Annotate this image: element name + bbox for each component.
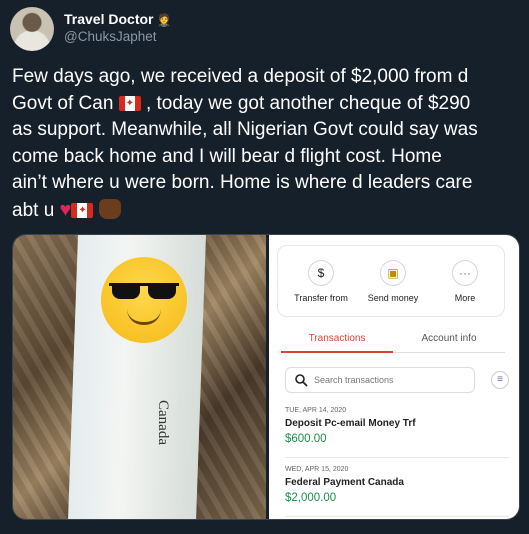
list-item[interactable]: WED, APR 15, 2020 Federal Payment Canada… [285,466,509,504]
tweet-media[interactable]: Canada $ Transfer from ▣ Send money ··· … [12,234,520,520]
transaction-description: Deposit Pc-email Money Trf [285,418,416,429]
sunglasses-emoji-icon [101,257,187,343]
quick-actions: $ Transfer from ▣ Send money ··· More [277,245,505,317]
account-tabs: Transactions Account info [281,333,505,355]
cheque-photo[interactable]: Canada [13,235,266,519]
tweet-line: ain’t where u were born. Home is where d… [12,172,473,193]
canada-flag-icon [118,95,141,111]
filter-icon[interactable]: ≡ [491,371,509,389]
divider [285,457,509,458]
tweet-line: Govt of Can , today we got another chequ… [12,91,520,118]
tab-account-info[interactable]: Account info [393,333,505,353]
cheque-canada-text: Canada [155,400,171,445]
transaction-date: TUE, APR 14, 2020 [285,407,347,414]
raised-fist-icon [98,198,121,219]
send-money-button[interactable]: ▣ Send money [358,260,428,303]
author-name[interactable]: Travel Doctor 🤵 [64,11,171,27]
more-dots-icon: ··· [452,260,478,286]
canada-flag-icon [71,202,94,218]
bank-app-screenshot[interactable]: $ Transfer from ▣ Send money ··· More Tr… [269,235,519,519]
tweet-text: Few days ago, we received a deposit of $… [12,64,520,224]
author-handle[interactable]: @ChuksJaphet [64,29,157,44]
more-label: More [454,293,476,303]
transaction-description: Federal Payment Canada [285,477,404,488]
tweet-line: as support. Meanwhile, all Nigerian Govt… [12,119,478,140]
search-icon [295,374,308,387]
transaction-amount: $600.00 [285,433,327,445]
search-placeholder: Search transactions [314,375,394,385]
tweet-line: abt u ♥ [12,197,520,225]
avatar[interactable] [10,7,54,51]
sunglasses-icon [109,283,179,299]
smile-mouth [127,309,161,325]
tweet-line: come back home and I will bear d flight … [12,145,442,167]
transfer-from-label: Transfer from [294,293,348,303]
tweet-line: Few days ago, we received a deposit of $… [12,66,469,87]
tab-transactions[interactable]: Transactions [281,333,393,353]
list-item[interactable]: TUE, APR 14, 2020 Deposit Pc-email Money… [285,407,509,445]
search-input[interactable]: Search transactions [285,367,475,393]
divider [285,516,509,517]
dollar-transfer-icon: $ [308,260,334,286]
red-heart-icon: ♥ [59,198,72,221]
transaction-date: WED, APR 15, 2020 [285,466,349,473]
person-in-tuxedo-icon: 🤵 [156,13,172,27]
tweet-header: Travel Doctor 🤵 @ChuksJaphet [10,7,520,51]
more-button[interactable]: ··· More [430,260,500,303]
send-money-label: Send money [367,293,419,303]
transaction-amount: $2,000.00 [285,492,337,504]
transfer-from-button[interactable]: $ Transfer from [286,260,356,303]
send-money-icon: ▣ [380,260,406,286]
